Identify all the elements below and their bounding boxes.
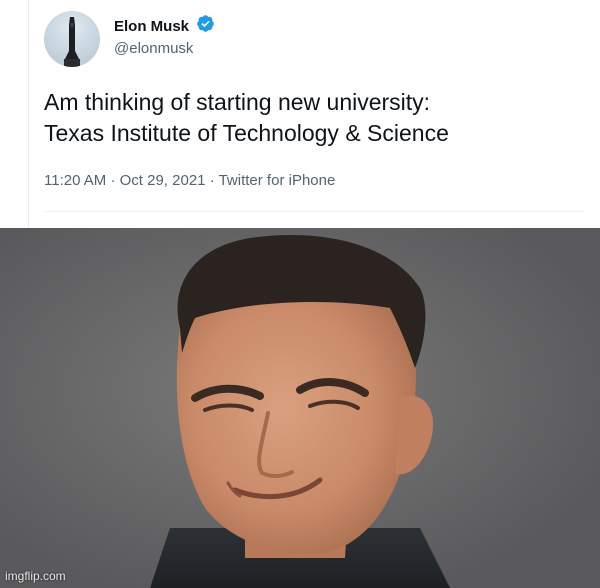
tweet-text-line: Am thinking of starting new university: <box>44 89 431 115</box>
tweet-divider <box>44 211 584 212</box>
smirking-man-photo <box>0 228 600 588</box>
tweet-source[interactable]: Twitter for iPhone <box>219 172 336 189</box>
tweet-text-line: Texas Institute of Technology & Science <box>44 120 449 146</box>
meta-separator: · <box>209 172 215 189</box>
tweet-text: Am thinking of starting new university: … <box>44 87 584 149</box>
verified-badge-icon <box>196 14 215 38</box>
avatar[interactable] <box>44 11 100 67</box>
author-display-name[interactable]: Elon Musk <box>114 18 189 35</box>
author-name-row[interactable]: Elon Musk <box>114 14 215 38</box>
meta-separator: · <box>110 172 116 189</box>
smirking-man-illustration <box>0 228 600 588</box>
tweet-time[interactable]: 11:20 AM <box>44 172 106 189</box>
imgflip-watermark: imgflip.com <box>5 569 66 583</box>
tweet-left-border <box>28 0 29 228</box>
author-handle[interactable]: @elonmusk <box>114 40 193 57</box>
tweet-metadata: 11:20 AM · Oct 29, 2021 · Twitter for iP… <box>44 172 335 189</box>
tweet-card: Elon Musk @elonmusk Am thinking of start… <box>28 0 600 228</box>
starship-avatar-icon <box>64 17 80 67</box>
tweet-date[interactable]: Oct 29, 2021 <box>120 172 206 189</box>
